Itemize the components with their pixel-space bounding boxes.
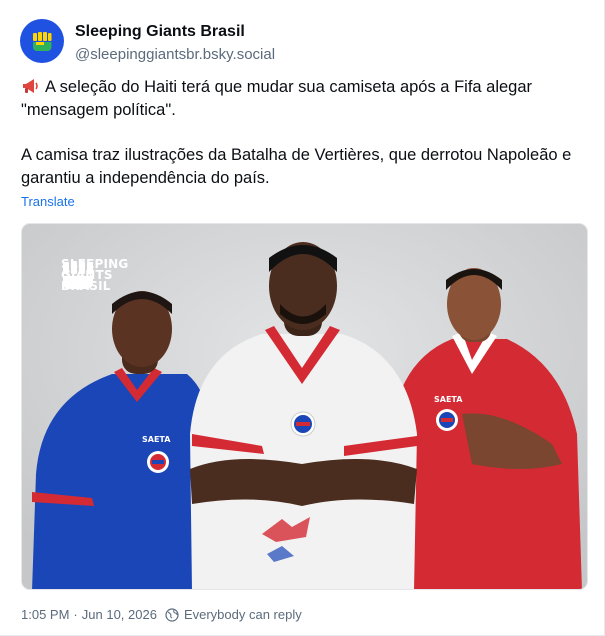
megaphone-icon <box>23 79 38 93</box>
watermark-logo: SLEEPING GIANTS BRASIL <box>61 258 128 292</box>
post-time[interactable]: 1:05 PM <box>21 607 69 622</box>
post-date[interactable]: Jun 10, 2026 <box>82 607 157 622</box>
fist-logo-icon <box>63 261 93 289</box>
post-footer: 1:05 PM · Jun 10, 2026 Everybody can rep… <box>21 607 302 622</box>
author-avatar[interactable] <box>20 19 64 63</box>
translate-link[interactable]: Translate <box>21 194 75 209</box>
left-jersey-brand: SAETA <box>142 435 171 444</box>
footer-separator: · <box>73 607 78 622</box>
post-card: Sleeping Giants Brasil @sleepinggiantsbr… <box>0 0 605 636</box>
globe-icon <box>165 607 179 622</box>
raised-fist-icon <box>33 32 52 51</box>
post-text: A seleção do Haiti terá que mudar sua ca… <box>21 76 586 190</box>
post-paragraph-2: A camisa traz ilustrações da Batalha de … <box>21 146 572 187</box>
author-handle[interactable]: @sleepinggiantsbr.bsky.social <box>75 46 275 63</box>
post-paragraph-1: A seleção do Haiti terá que mudar sua ca… <box>21 76 586 122</box>
reply-setting[interactable]: Everybody can reply <box>184 607 302 622</box>
right-jersey-brand: SAETA <box>434 395 463 404</box>
post-image[interactable]: SAETA SAETA SLEEPING GIANTS <box>21 223 588 590</box>
post-paragraph-1-text: A seleção do Haiti terá que mudar sua ca… <box>21 78 533 119</box>
author-name[interactable]: Sleeping Giants Brasil <box>75 23 245 41</box>
